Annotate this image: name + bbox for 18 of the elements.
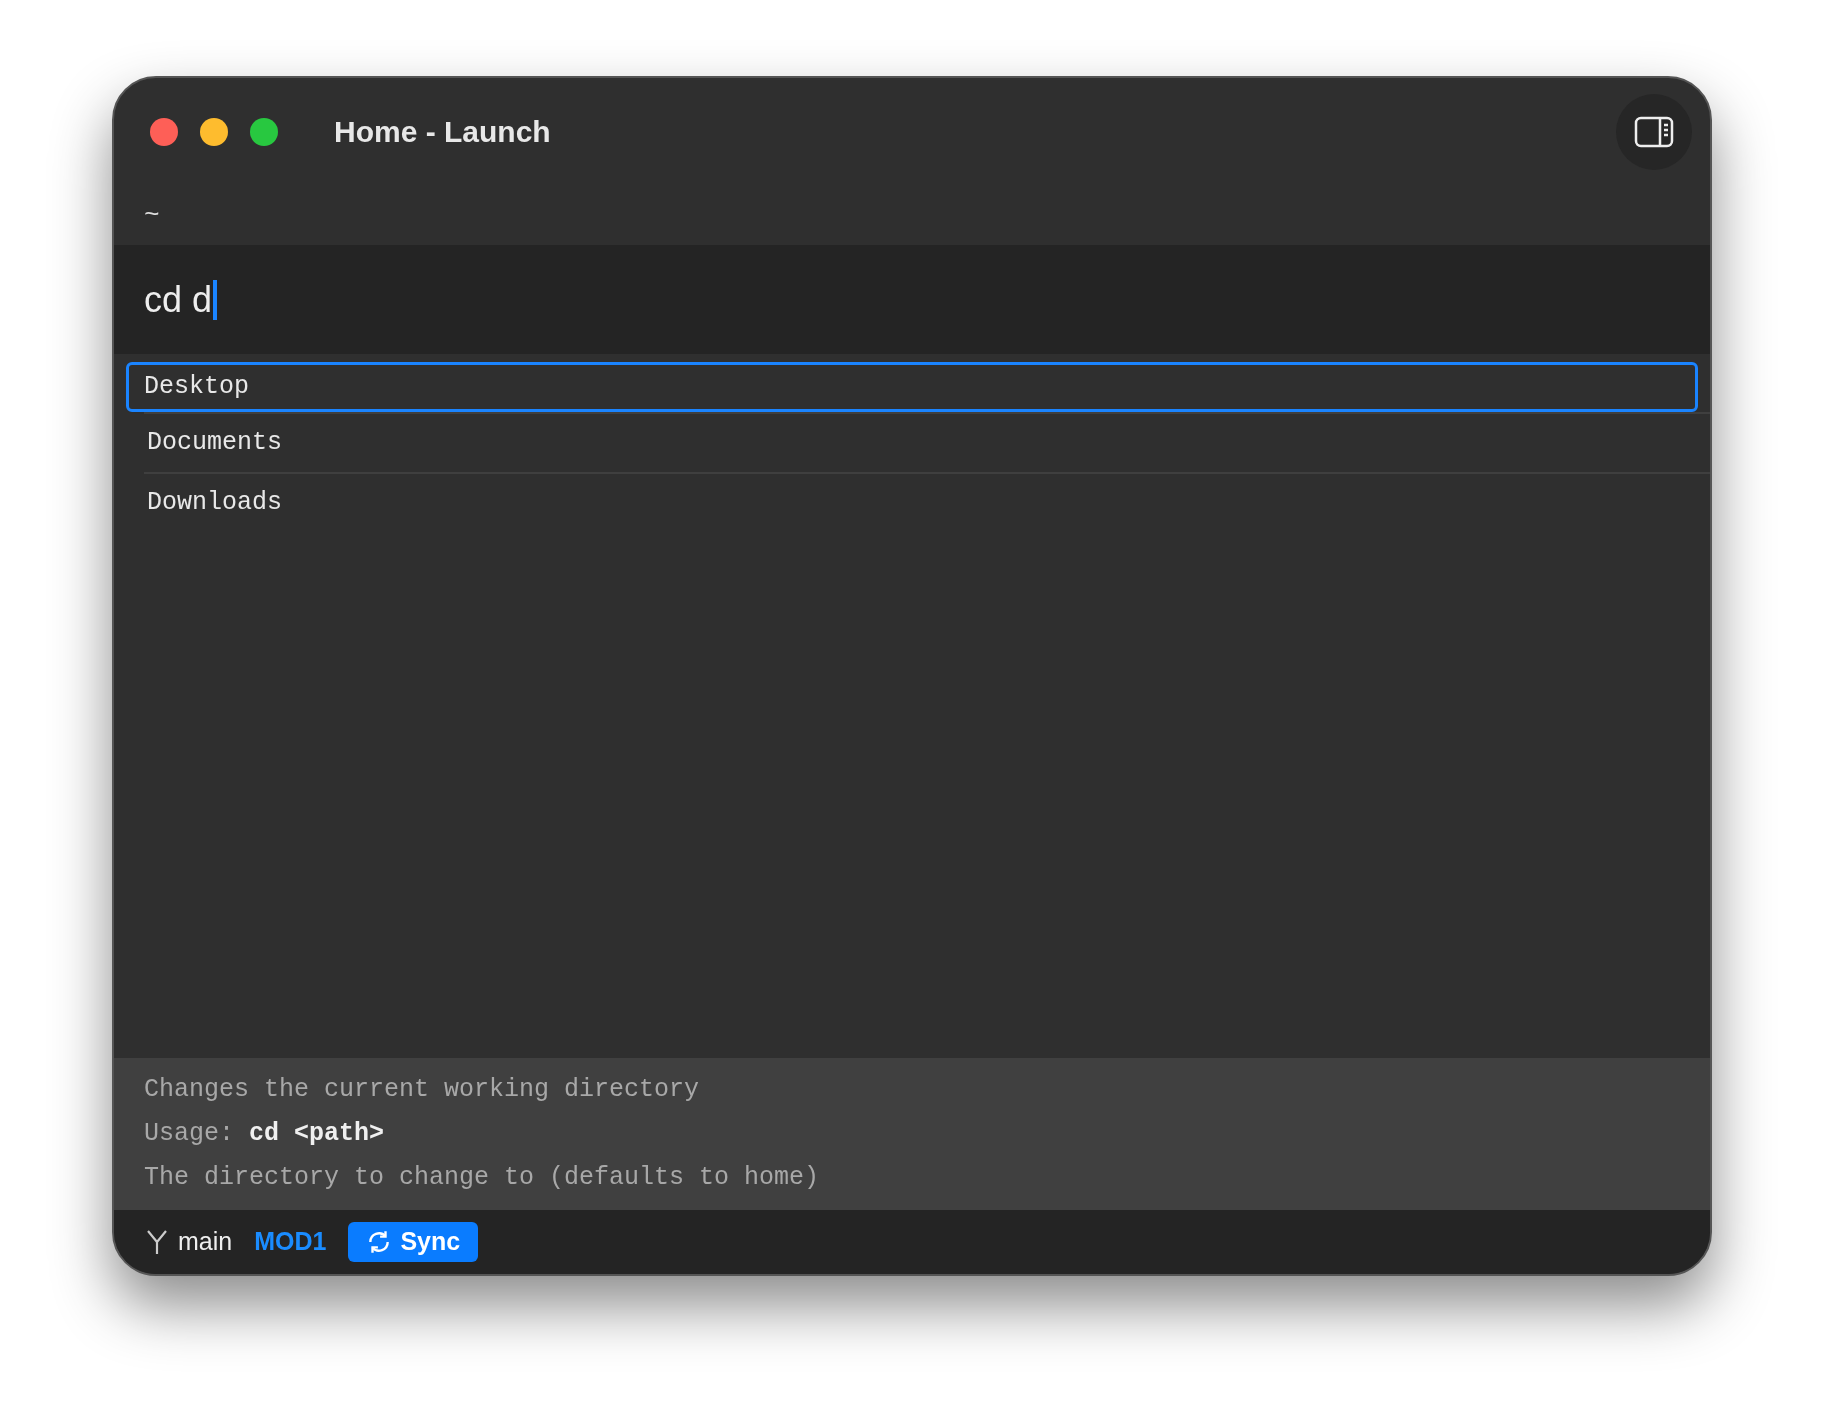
help-text: Usage: cd <path> bbox=[144, 1118, 386, 1150]
suggestion-item[interactable]: Documents bbox=[144, 418, 1710, 468]
help-text: Changes the current working directory bbox=[144, 1074, 701, 1106]
branch-icon bbox=[146, 1229, 168, 1255]
help-text: The directory to change to (defaults to home) bbox=[144, 1162, 821, 1194]
close-button[interactable] bbox=[150, 117, 178, 146]
suggestion-item[interactable]: Desktop bbox=[126, 362, 1698, 412]
text-cursor bbox=[213, 279, 218, 320]
current-path: ~ bbox=[144, 198, 160, 232]
zoom-button[interactable] bbox=[250, 117, 278, 146]
sidebar-icon bbox=[1634, 115, 1674, 148]
command-input[interactable]: cd d bbox=[114, 245, 1710, 354]
branch-name: main bbox=[178, 1226, 233, 1258]
minimize-button[interactable] bbox=[200, 117, 228, 146]
window-title: Home - Launch bbox=[334, 114, 551, 150]
sync-button[interactable]: Sync bbox=[348, 1222, 479, 1262]
mode-label: MOD1 bbox=[254, 1226, 327, 1258]
suggestion-item[interactable]: Downloads bbox=[144, 478, 1710, 528]
